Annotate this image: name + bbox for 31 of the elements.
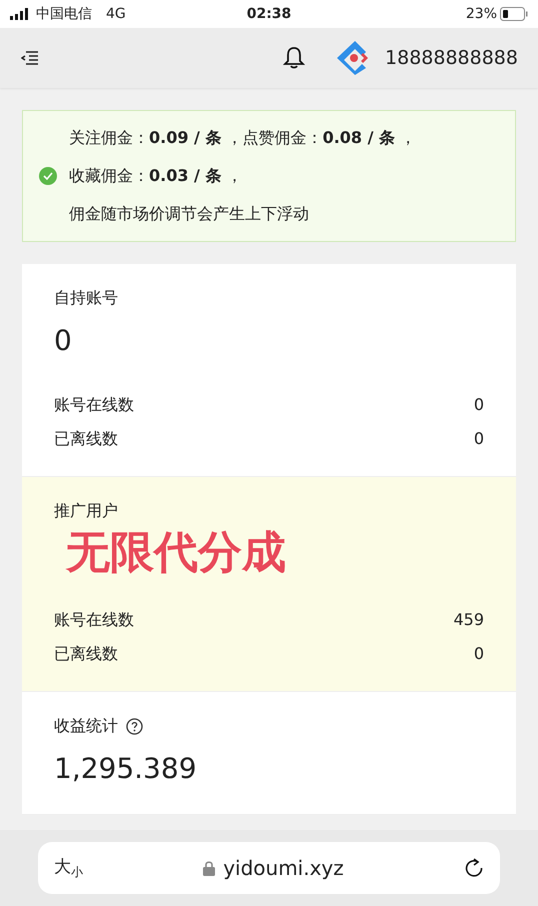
phone-number: 18888888888	[385, 46, 518, 71]
bell-icon[interactable]	[283, 46, 306, 70]
battery-percent: 23%	[466, 4, 498, 24]
section-title: 自持账号	[54, 287, 118, 309]
notice-line: 收藏佣金：0.03 / 条 ，	[69, 165, 244, 187]
row-value: 0	[474, 428, 484, 450]
notice-line: 佣金随市场价调节会产生上下浮动	[69, 203, 310, 225]
row-label: 账号在线数	[54, 394, 134, 416]
lock-icon	[203, 860, 216, 876]
row-label: 账号在线数	[54, 609, 134, 631]
row-value: 0	[474, 643, 484, 665]
carrier-name: 中国电信	[36, 4, 92, 24]
notice-line: 关注佣金：0.09 / 条 ，点赞佣金：0.08 / 条 ，	[69, 127, 416, 149]
url-text: yidoumi.xyz	[223, 855, 344, 882]
menu-button[interactable]	[20, 48, 40, 68]
battery-icon	[500, 7, 528, 21]
check-circle-icon	[39, 167, 57, 185]
clock: 02:38	[246, 4, 292, 24]
section-value: 0	[54, 323, 73, 359]
section-value: 1,295.389	[54, 751, 198, 787]
promo-text: 无限代分成	[66, 526, 287, 580]
section-title: 收益统计	[54, 715, 118, 737]
row-value: 0	[474, 394, 484, 416]
row-label: 已离线数	[54, 643, 118, 665]
row-value: 459	[453, 609, 484, 631]
reload-icon[interactable]	[464, 858, 484, 878]
signal-icon	[10, 8, 30, 20]
section-title: 推广用户	[54, 500, 118, 522]
network-type: 4G	[106, 4, 126, 24]
row-label: 已离线数	[54, 428, 118, 450]
help-icon[interactable]	[126, 718, 143, 734]
